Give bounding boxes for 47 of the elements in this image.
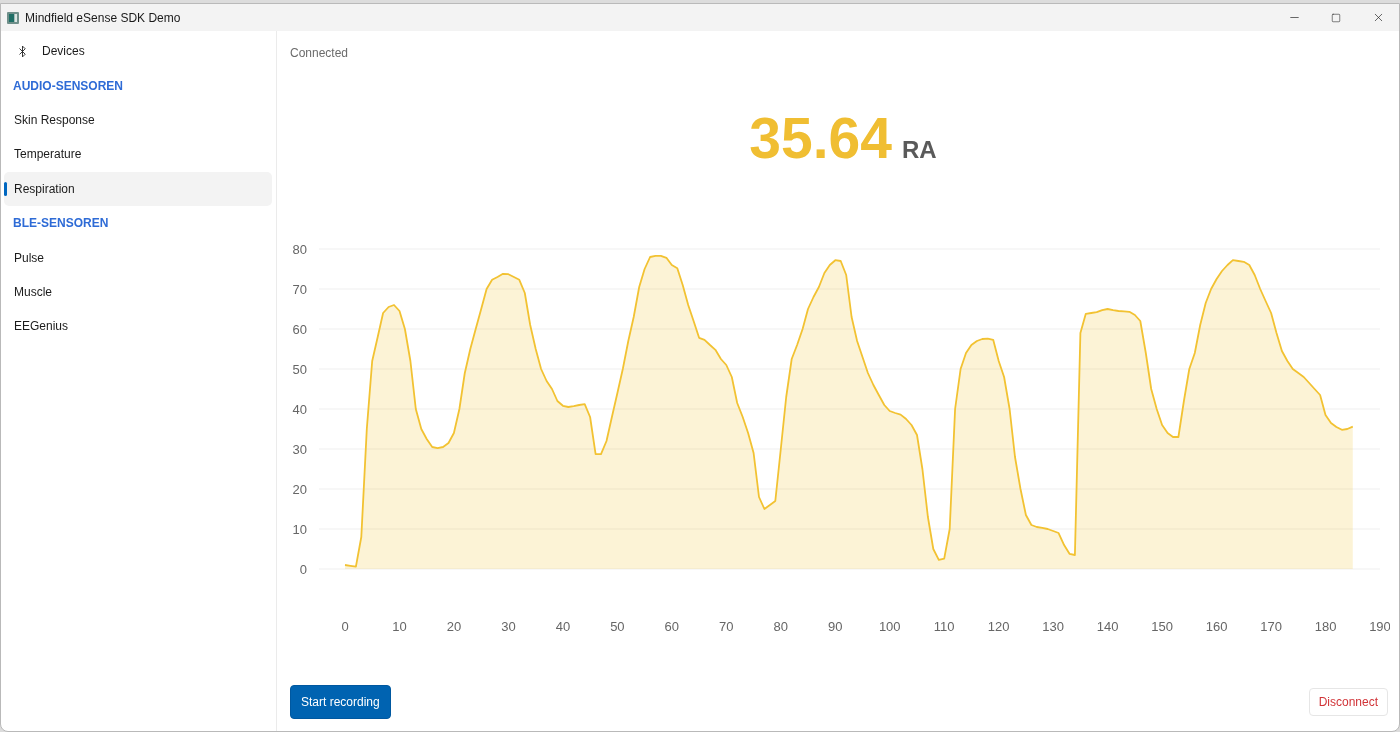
x-axis-label: 70 <box>719 619 734 634</box>
x-axis-label: 40 <box>555 619 571 634</box>
x-axis-label: 170 <box>1260 619 1282 634</box>
y-axis-label: 0 <box>299 561 307 577</box>
reading-unit: RA <box>902 136 937 164</box>
x-axis-label: 100 <box>878 619 901 634</box>
y-axis-label: 70 <box>292 281 307 297</box>
maximize-icon <box>1331 12 1341 23</box>
connection-status: Connected <box>290 45 349 61</box>
sidebar-item[interactable]: Muscle <box>4 274 272 310</box>
y-axis-label: 80 <box>292 241 307 257</box>
window-title: Mindfield eSense SDK Demo <box>25 10 181 25</box>
sidebar-section-header: BLE-SENSOREN <box>12 215 110 233</box>
reading-value: 35.64 <box>749 105 892 172</box>
x-axis-label: 90 <box>828 619 843 634</box>
start-recording-button[interactable]: Start recording <box>290 685 391 719</box>
sidebar-section-header: AUDIO-SENSOREN <box>12 77 124 95</box>
y-axis-label: 60 <box>292 321 307 337</box>
y-axis-label: 30 <box>292 441 307 457</box>
x-axis-label: 190 <box>1369 619 1390 634</box>
y-axis-label: 10 <box>292 521 307 537</box>
x-axis-label: 150 <box>1151 619 1173 634</box>
x-axis-label: 30 <box>501 619 516 634</box>
sidebar-item[interactable]: Temperature <box>4 137 272 172</box>
x-axis-label: 120 <box>987 619 1010 634</box>
bluetooth-icon <box>16 44 29 58</box>
sidebar-item[interactable]: Devices <box>4 34 272 69</box>
x-axis-label: 50 <box>610 619 625 634</box>
sidebar-item[interactable]: Pulse <box>4 240 272 275</box>
sidebar-item[interactable]: Skin Response <box>4 102 272 138</box>
y-axis-label: 50 <box>292 361 307 377</box>
y-axis-label: 40 <box>292 401 307 417</box>
x-axis-label: 110 <box>933 619 955 634</box>
x-axis-label: 140 <box>1096 619 1119 634</box>
sidebar-item[interactable]: Respiration <box>4 171 272 206</box>
x-axis-label: 180 <box>1314 619 1337 634</box>
x-axis-label: 0 <box>341 619 349 634</box>
disconnect-button[interactable]: Disconnect <box>1308 688 1388 716</box>
y-axis-label: 20 <box>292 481 307 497</box>
x-axis-label: 80 <box>773 619 788 634</box>
x-axis-label: 130 <box>1042 619 1064 634</box>
x-axis-label: 20 <box>446 619 462 634</box>
x-axis-label: 10 <box>392 619 407 634</box>
x-axis-label: 60 <box>664 619 680 634</box>
sidebar-item[interactable]: EEGenius <box>4 309 272 344</box>
app-icon <box>7 11 19 24</box>
x-axis-label: 160 <box>1205 619 1228 634</box>
